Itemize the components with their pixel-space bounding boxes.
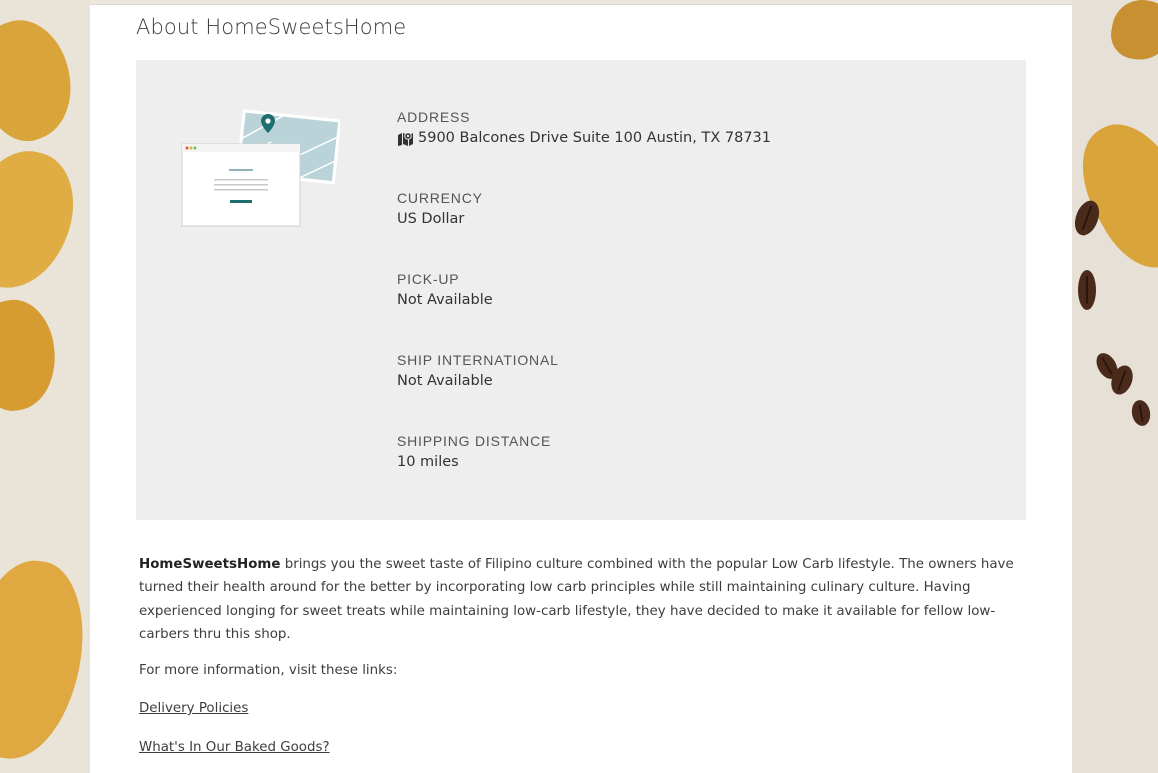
detail-label: ADDRESS xyxy=(397,109,471,125)
shop-name: HomeSweetsHome xyxy=(139,557,281,572)
baked-goods-info-link[interactable]: What's In Our Baked Goods? xyxy=(139,738,330,758)
detail-value: Not Available xyxy=(397,373,493,389)
detail-address: ADDRESS 5900 Balcones Drive Suite 100 Au… xyxy=(397,107,997,188)
delivery-policies-link[interactable]: Delivery Policies xyxy=(139,699,248,719)
detail-label: SHIP INTERNATIONAL xyxy=(397,352,559,368)
page-title: About HomeSweetsHome xyxy=(136,15,407,39)
detail-value: 10 miles xyxy=(397,454,459,470)
about-panel: About HomeSweetsHome ADDRESS 5900 Balcon… xyxy=(90,4,1072,773)
map-icon xyxy=(398,131,413,146)
detail-label: SHIPPING DISTANCE xyxy=(397,433,552,449)
detail-label: PICK-UP xyxy=(397,271,460,287)
detail-value: Not Available xyxy=(397,292,493,308)
background-right-decoration xyxy=(1072,0,1158,773)
detail-value: 5900 Balcones Drive Suite 100 Austin, TX… xyxy=(397,127,997,149)
more-info-text: For more information, visit these links: xyxy=(139,663,398,678)
storefront-map-illustration xyxy=(181,109,340,227)
shop-description: HomeSweetsHome brings you the sweet tast… xyxy=(139,557,1014,642)
shop-info-box: ADDRESS 5900 Balcones Drive Suite 100 Au… xyxy=(136,60,1026,520)
detail-currency: CURRENCY US Dollar xyxy=(397,188,997,269)
detail-value: US Dollar xyxy=(397,211,465,227)
detail-pickup: PICK-UP Not Available xyxy=(397,269,997,350)
detail-label: CURRENCY xyxy=(397,190,483,206)
shop-details-list: ADDRESS 5900 Balcones Drive Suite 100 Au… xyxy=(397,107,997,512)
detail-ship-international: SHIP INTERNATIONAL Not Available xyxy=(397,350,997,431)
background-left-decoration xyxy=(0,0,90,773)
detail-shipping-distance: SHIPPING DISTANCE 10 miles xyxy=(397,431,997,512)
